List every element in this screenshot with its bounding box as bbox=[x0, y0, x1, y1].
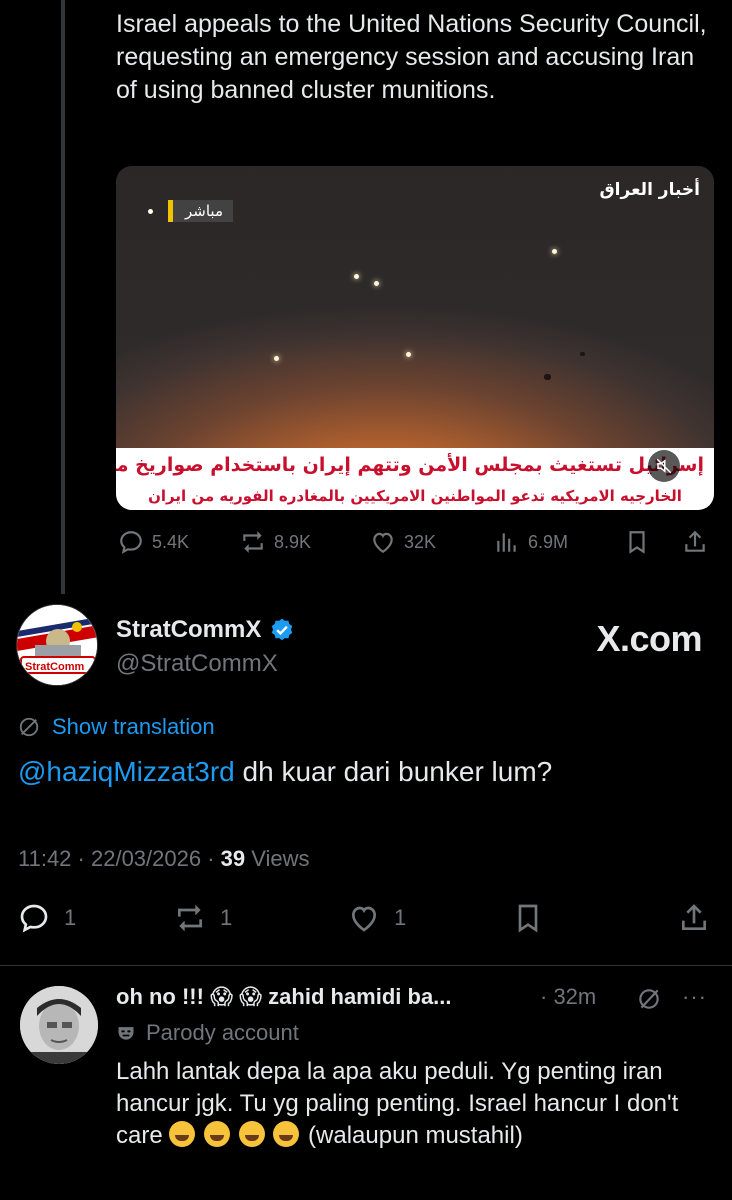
ticker-text-bottom: الخارجيه الامريكيه تدعو المواطنين الامري… bbox=[148, 487, 682, 505]
quoted-post-video[interactable]: مباشر أخبار العراق إسرائيل تستغيث بمجلس … bbox=[116, 166, 714, 510]
flare bbox=[552, 249, 557, 254]
quoted-post-text: Israel appeals to the United Nations Sec… bbox=[116, 10, 707, 104]
flare bbox=[374, 281, 379, 286]
bookmark-icon bbox=[629, 531, 645, 554]
heart-icon bbox=[351, 906, 377, 932]
ticker-text-top: إسرائيل تستغيث بمجلس الأمن وتتهم إيران ب… bbox=[116, 454, 704, 476]
live-dot bbox=[148, 209, 153, 214]
reply-text: Lahh lantak depa la apa aku peduli. Yg p… bbox=[116, 1056, 716, 1152]
share-button[interactable] bbox=[678, 902, 724, 934]
reply-button[interactable]: 1 bbox=[18, 902, 76, 934]
reply-icon bbox=[120, 531, 142, 554]
rofl-emoji-icon bbox=[204, 1121, 231, 1147]
mask-icon bbox=[118, 1027, 134, 1040]
post-time[interactable]: 11:42 bbox=[18, 846, 71, 871]
reply-icon bbox=[20, 904, 48, 933]
reply-count: 1 bbox=[64, 905, 77, 930]
views-button[interactable]: 6.9M bbox=[494, 529, 568, 555]
handle[interactable]: @StratCommX bbox=[116, 650, 278, 678]
like-count: 1 bbox=[394, 905, 407, 930]
post-author: StratComm StratCommX @StratCommX X.com bbox=[16, 604, 716, 692]
repost-count: 1 bbox=[220, 905, 233, 930]
like-button[interactable]: 32K bbox=[370, 529, 436, 555]
bookmark-button[interactable] bbox=[512, 902, 558, 934]
globe-slash-icon bbox=[19, 717, 39, 737]
quoted-post-actions: 5.4K 8.9K 32K 6.9M bbox=[116, 524, 716, 560]
display-name[interactable]: StratCommX bbox=[116, 616, 295, 644]
mention-link[interactable]: @haziqMizzat3rd bbox=[18, 756, 235, 787]
reply-post[interactable]: oh no !!! 😱 😱 zahid hamidi ba... · 32m ·… bbox=[0, 966, 732, 1200]
like-button[interactable]: 1 bbox=[348, 902, 406, 934]
share-icon bbox=[682, 904, 706, 930]
repost-count: 8.9K bbox=[274, 531, 312, 552]
post-date[interactable]: 22/03/2026 bbox=[91, 846, 201, 871]
show-translation-button[interactable]: Show translation bbox=[18, 714, 215, 740]
debris bbox=[580, 352, 585, 356]
flare bbox=[354, 274, 359, 279]
parody-label: Parody account bbox=[146, 1020, 299, 1045]
bookmark-icon bbox=[518, 904, 538, 933]
reply-text-tail: (walaupun mustahil) bbox=[301, 1122, 523, 1149]
views-icon bbox=[497, 533, 516, 552]
news-ticker-top: إسرائيل تستغيث بمجلس الأمن وتتهم إيران ب… bbox=[116, 448, 714, 482]
reply-button[interactable]: 5.4K bbox=[118, 529, 189, 555]
channel-logo: أخبار العراق bbox=[599, 180, 700, 200]
post-meta: 11:42 · 22/03/2026 · 39 Views bbox=[18, 846, 310, 871]
live-label: مباشر bbox=[185, 203, 223, 220]
views-count: 6.9M bbox=[528, 531, 569, 552]
mute-icon[interactable] bbox=[648, 450, 680, 482]
share-icon bbox=[685, 530, 705, 552]
more-icon[interactable]: ··· bbox=[682, 984, 707, 1010]
share-button[interactable] bbox=[682, 529, 716, 555]
post-text: @haziqMizzat3rd dh kuar dari bunker lum? bbox=[18, 756, 552, 788]
grinning-sweat-emoji-icon bbox=[169, 1121, 196, 1147]
repost-button[interactable]: 1 bbox=[174, 902, 232, 934]
views-count: 39 bbox=[220, 846, 246, 871]
heart-icon bbox=[373, 532, 393, 554]
bookmark-button[interactable] bbox=[624, 529, 658, 555]
rofl-emoji-icon bbox=[273, 1121, 300, 1147]
rofl-emoji-icon bbox=[238, 1121, 265, 1147]
repost-icon bbox=[243, 531, 263, 553]
flare bbox=[406, 352, 411, 357]
repost-icon bbox=[178, 904, 202, 932]
post-body-text: dh kuar dari bunker lum? bbox=[234, 756, 553, 787]
debris bbox=[544, 374, 551, 380]
display-name-text: StratCommX bbox=[116, 616, 262, 643]
reply-count: 5.4K bbox=[152, 531, 190, 552]
verified-badge-icon bbox=[272, 618, 293, 641]
reply-time[interactable]: · 32m bbox=[540, 984, 596, 1010]
repost-button[interactable]: 8.9K bbox=[240, 529, 311, 555]
show-translation-label: Show translation bbox=[52, 714, 215, 739]
avatar[interactable]: StratComm bbox=[16, 604, 98, 686]
like-count: 32K bbox=[404, 531, 437, 552]
post-actions: 1 1 1 bbox=[18, 902, 718, 942]
reply-avatar[interactable] bbox=[20, 986, 98, 1064]
parody-badge: Parody account bbox=[116, 1020, 299, 1046]
reply-display-name[interactable]: oh no !!! 😱 😱 zahid hamidi ba... bbox=[116, 984, 452, 1010]
flare bbox=[274, 356, 279, 361]
avatar-text: StratComm bbox=[25, 661, 85, 673]
thread-line bbox=[61, 0, 65, 594]
views-label: Views bbox=[251, 846, 310, 871]
grok-icon[interactable] bbox=[636, 986, 662, 1012]
news-ticker-bottom: الخارجيه الامريكيه تدعو المواطنين الامري… bbox=[116, 482, 714, 510]
x-com-watermark: X.com bbox=[596, 618, 702, 659]
live-tag: مباشر bbox=[168, 200, 233, 222]
